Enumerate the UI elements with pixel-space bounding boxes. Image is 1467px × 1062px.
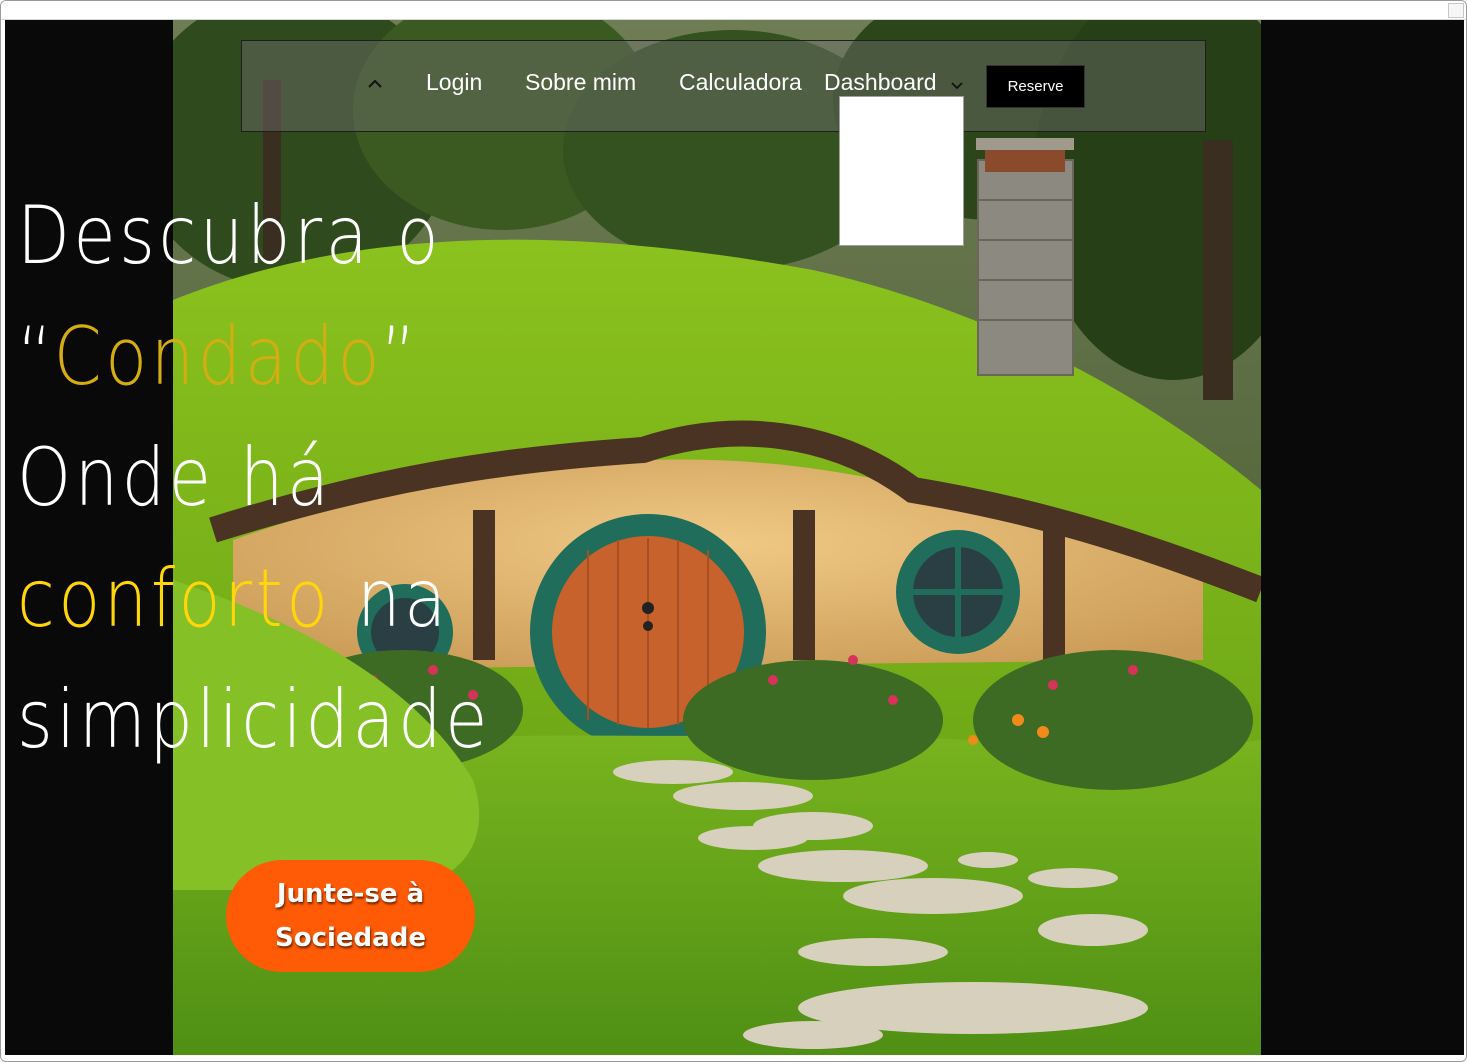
close-quote: ” xyxy=(380,310,420,403)
open-quote: “ xyxy=(17,310,54,403)
hero-headline: Descubra o “Condado” Onde há conforto na… xyxy=(17,175,577,780)
scrollbar-handle[interactable] xyxy=(1448,3,1464,18)
nav-link-login[interactable]: Login xyxy=(426,69,482,96)
window-top-bar xyxy=(1,1,1466,20)
top-navbar: Login Sobre mim Calculadora Dashboard Re… xyxy=(241,40,1206,132)
highlight-conforto: conforto xyxy=(17,552,332,645)
headline-line-1: Descubra o xyxy=(17,189,443,282)
reserve-button[interactable]: Reserve xyxy=(986,65,1085,108)
cta-line-2: Sociedade xyxy=(275,923,426,953)
headline-line-3: Onde há xyxy=(17,431,333,524)
nav-link-sobre-mim[interactable]: Sobre mim xyxy=(525,69,636,96)
highlight-condado: Condado xyxy=(53,310,381,403)
nav-link-dashboard[interactable]: Dashboard xyxy=(824,69,937,96)
headline-line-5: simplicidade xyxy=(17,673,491,766)
nav-link-calculadora[interactable]: Calculadora xyxy=(679,69,802,96)
chevron-up-icon[interactable] xyxy=(366,75,384,93)
headline-line-4-rest: na xyxy=(331,552,450,645)
headline-line-2: “Condado” xyxy=(17,296,499,417)
browser-window: Login Sobre mim Calculadora Dashboard Re… xyxy=(0,0,1467,1062)
page-viewport: Login Sobre mim Calculadora Dashboard Re… xyxy=(5,20,1464,1055)
chevron-down-icon[interactable] xyxy=(950,80,964,92)
window-bottom-bar xyxy=(1,1055,1466,1061)
join-society-button[interactable]: Junte-se à Sociedade xyxy=(226,860,475,972)
cta-line-1: Junte-se à xyxy=(276,879,425,909)
dashboard-dropdown-menu[interactable] xyxy=(839,96,964,246)
headline-line-4: conforto na xyxy=(17,538,499,659)
